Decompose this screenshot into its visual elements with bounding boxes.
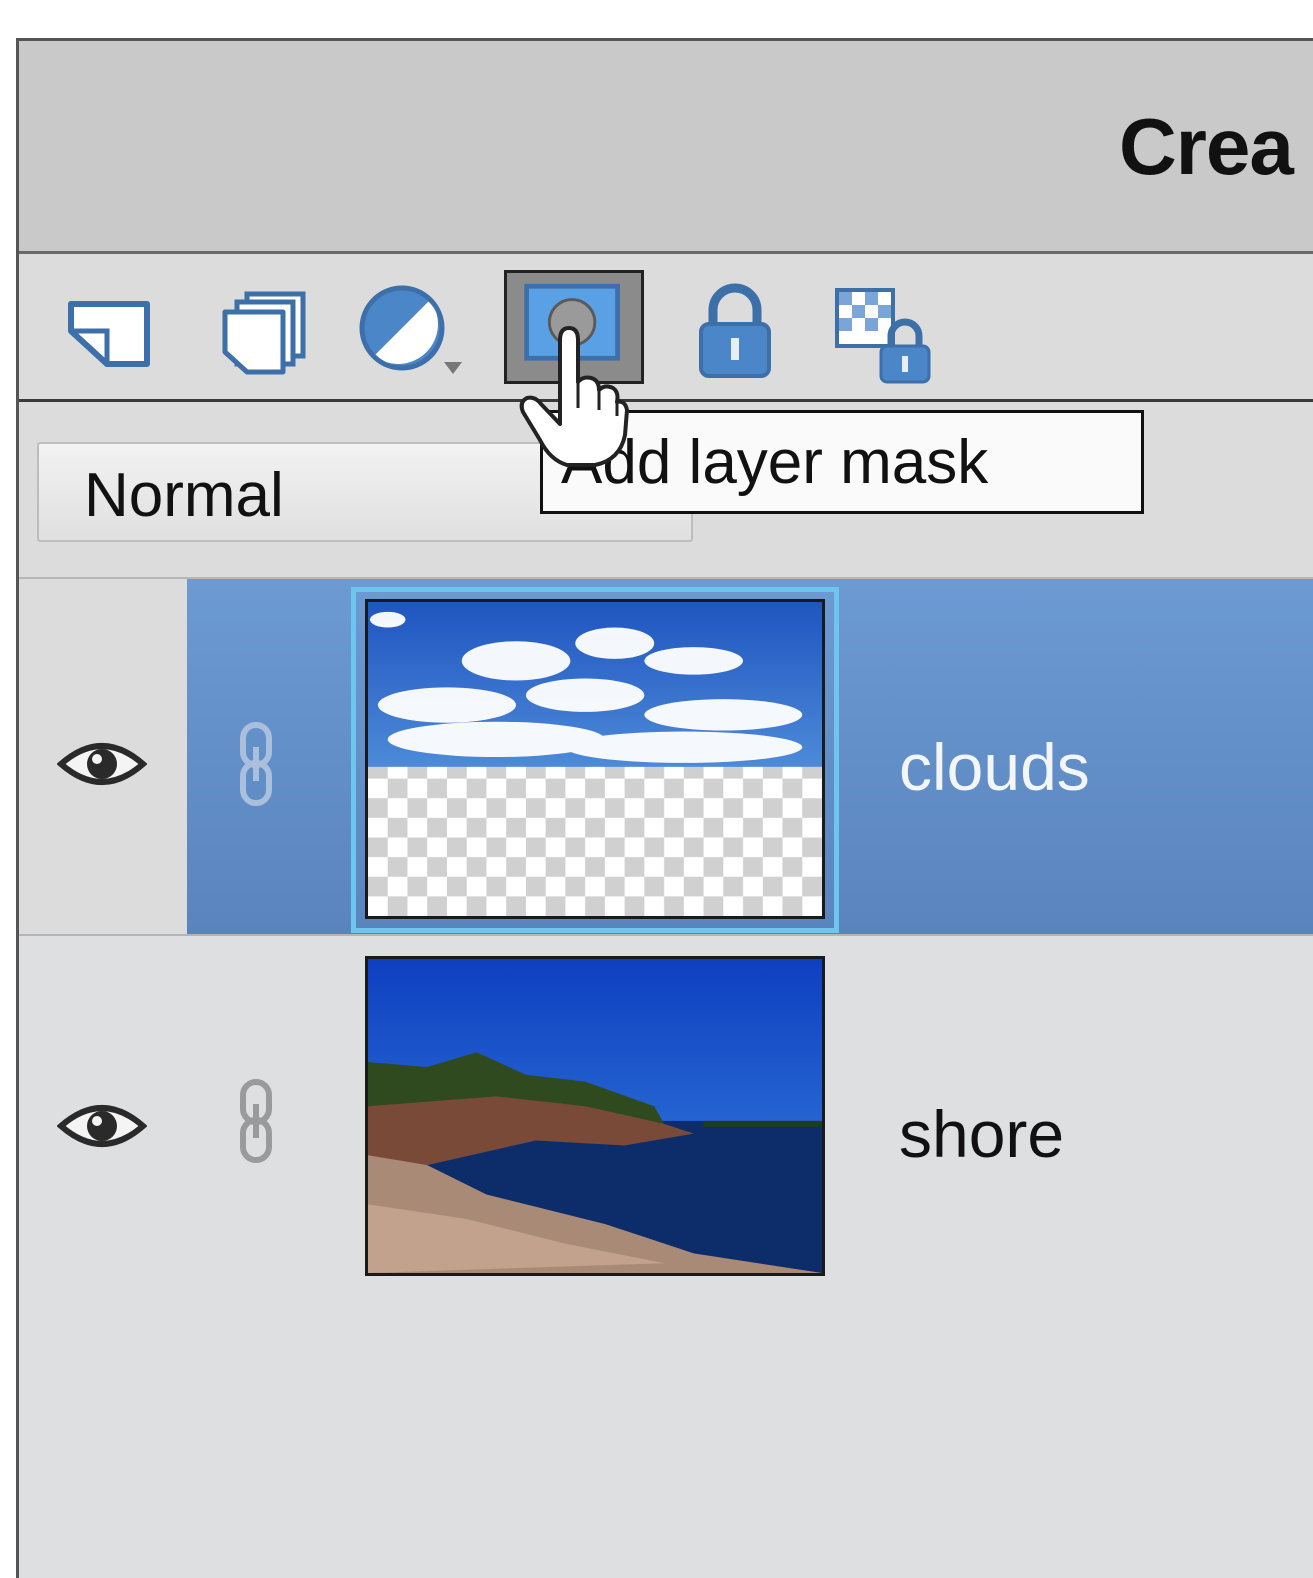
visibility-eye-icon[interactable]: [56, 1096, 148, 1156]
layer-name-shore[interactable]: shore: [899, 1096, 1064, 1172]
layers-panel: Crea Normal clouds shore: [16, 38, 1313, 1578]
adjustment-layer-icon: [359, 285, 462, 374]
lock-transparency-icon: [835, 288, 931, 384]
new-layer-icon: [68, 301, 150, 367]
panel-titlebar: Crea: [19, 41, 1313, 254]
adjustment-layer-button[interactable]: [354, 276, 464, 386]
layer-link-icon[interactable]: [231, 1076, 281, 1166]
new-group-button[interactable]: [207, 276, 317, 386]
layer-name-clouds[interactable]: clouds: [899, 729, 1090, 805]
lock-all-button[interactable]: [679, 276, 789, 386]
blend-mode-value: Normal: [84, 461, 284, 530]
layer-thumbnail-clouds[interactable]: [365, 599, 825, 919]
layers-toolbar: [19, 254, 1313, 402]
panel-title: Crea: [1119, 102, 1294, 191]
lock-transparency-button[interactable]: [829, 276, 939, 386]
visibility-eye-icon[interactable]: [56, 734, 148, 794]
layer-row-shore[interactable]: shore: [19, 936, 1313, 1291]
new-group-icon: [222, 291, 306, 375]
layer-row-clouds[interactable]: clouds: [19, 579, 1313, 936]
new-layer-button[interactable]: [59, 276, 169, 386]
layer-link-icon[interactable]: [231, 719, 281, 809]
hand-cursor-icon: [505, 320, 635, 470]
layer-thumbnail-shore[interactable]: [365, 956, 825, 1276]
lock-all-icon: [699, 283, 771, 378]
